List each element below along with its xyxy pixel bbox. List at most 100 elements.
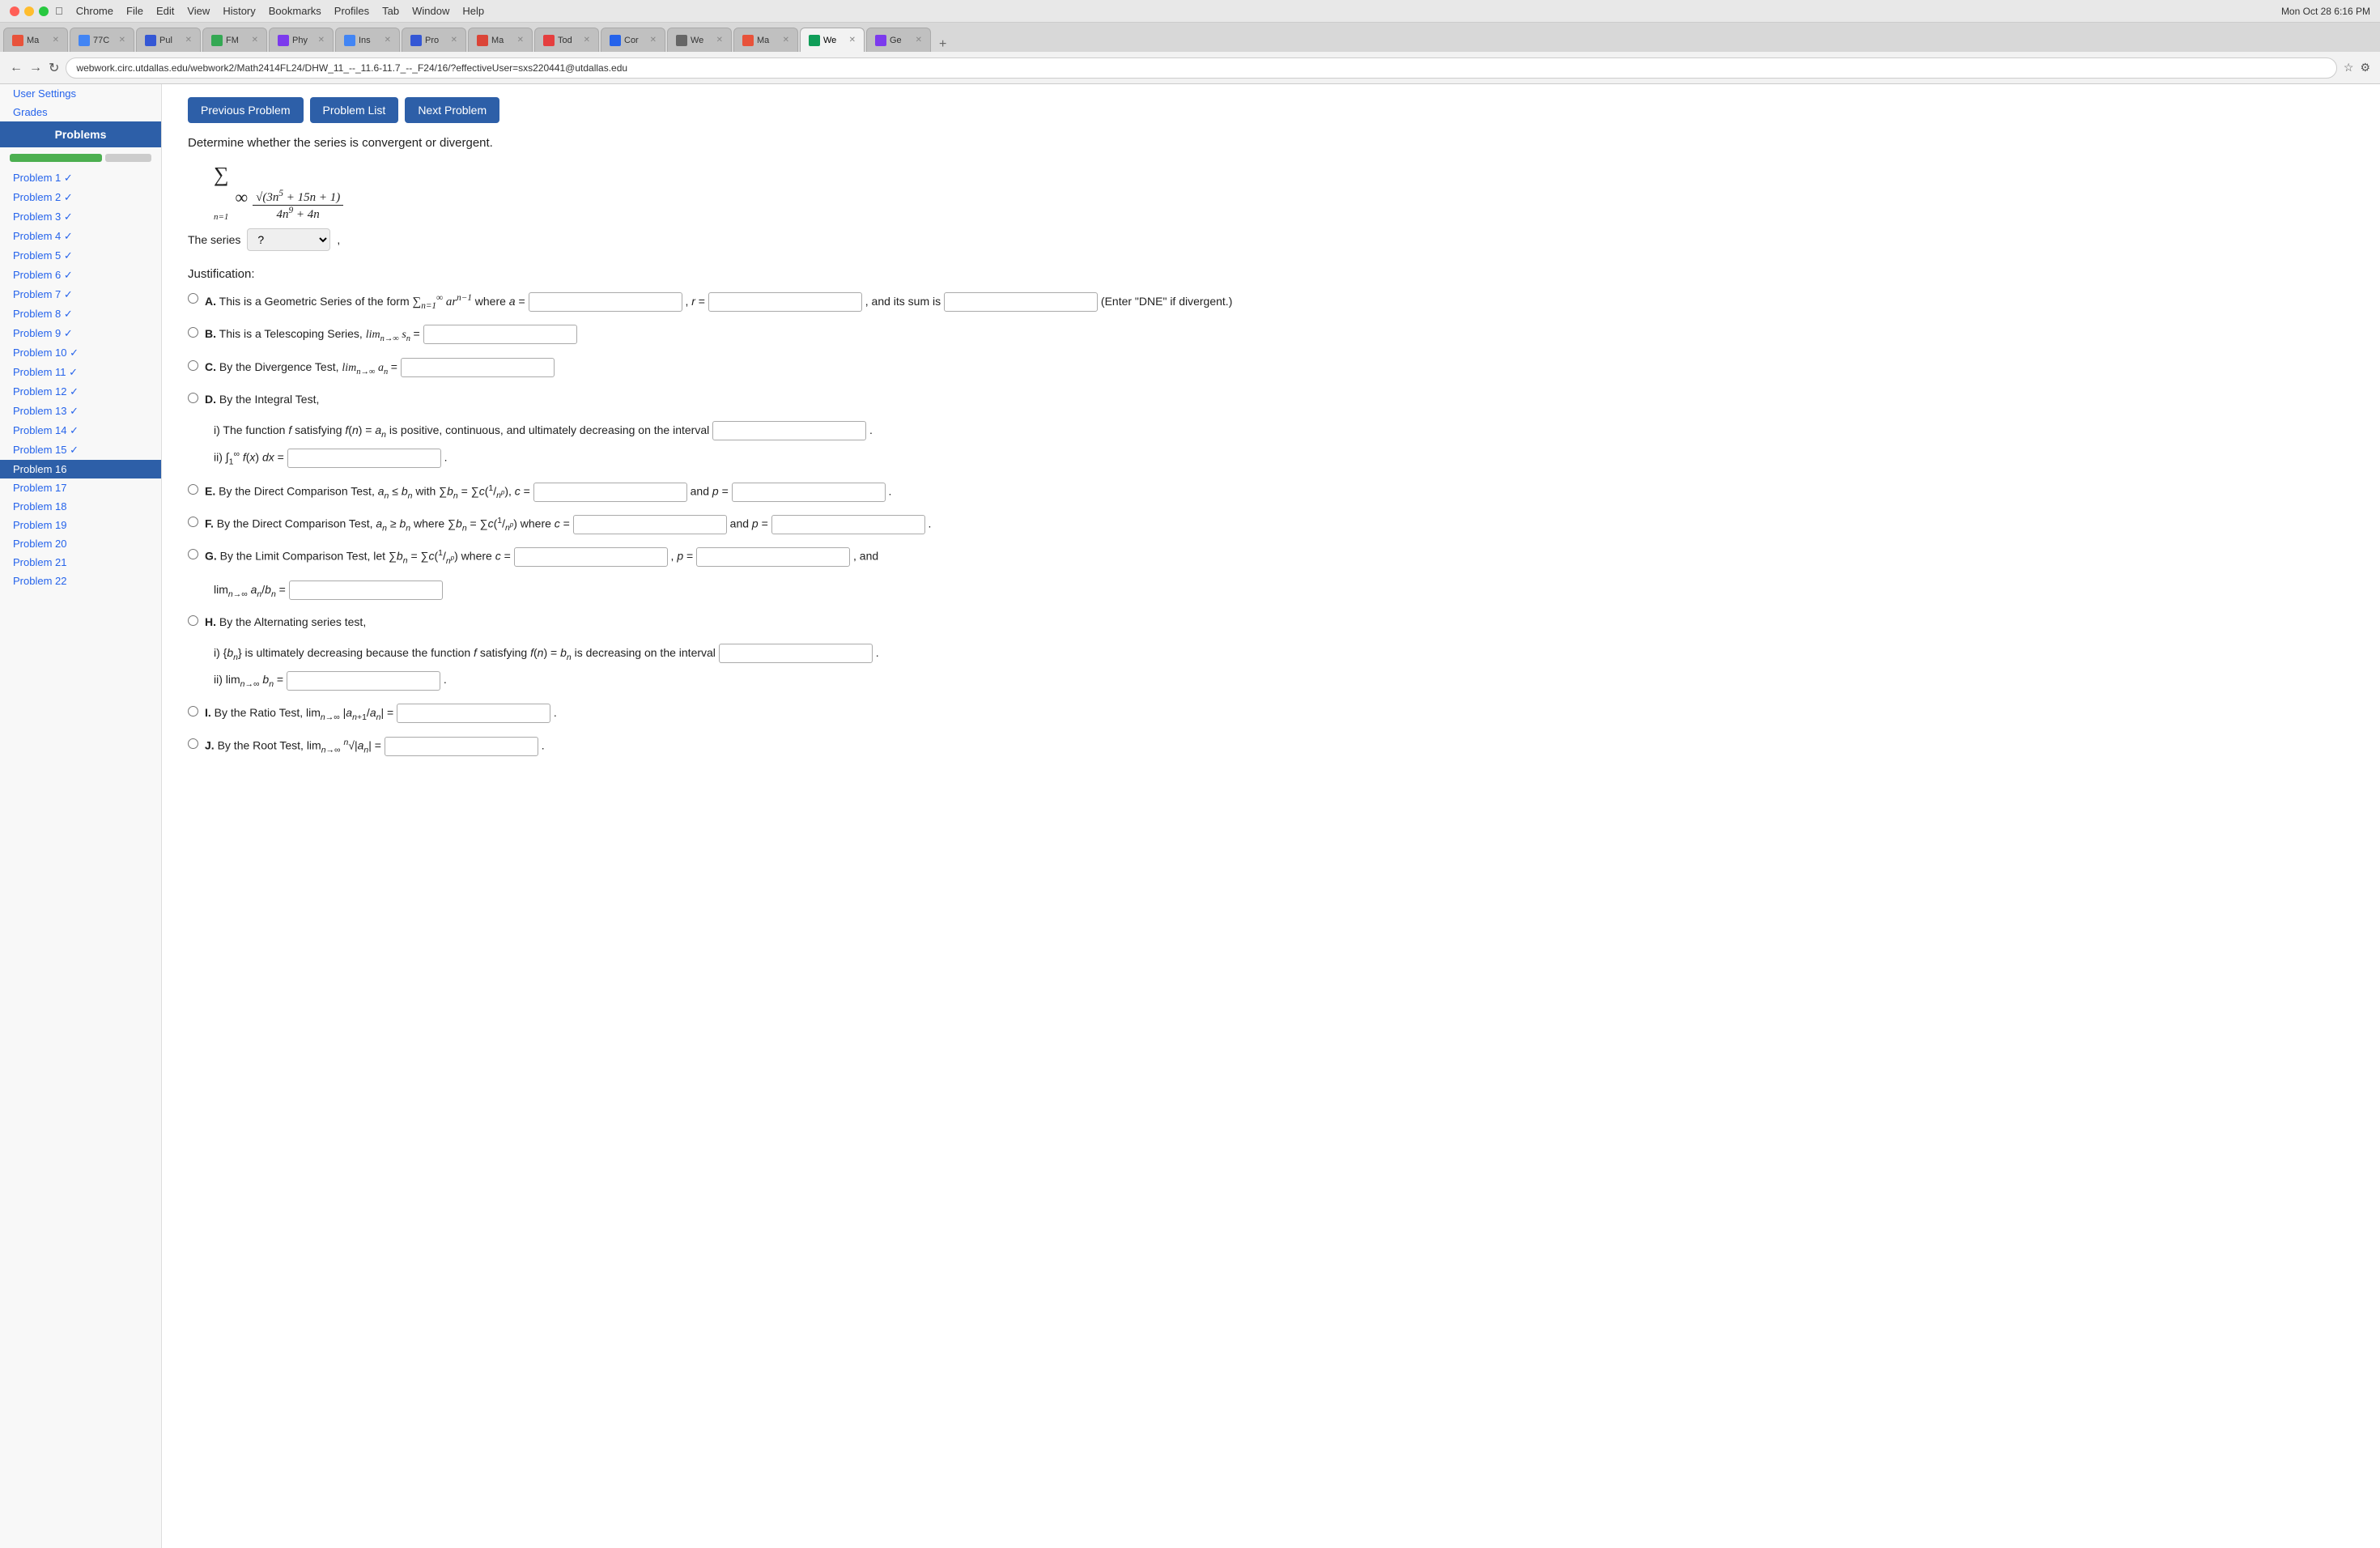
integral-interval-input[interactable] — [712, 421, 866, 440]
extensions-icon[interactable]: ⚙ — [2360, 61, 2370, 74]
tab-close-icon[interactable]: ✕ — [185, 36, 192, 45]
sidebar-item-problem-22[interactable]: Problem 22 — [0, 572, 161, 590]
option-h-radio[interactable] — [188, 615, 198, 626]
alt-limit-input[interactable] — [287, 671, 440, 691]
sidebar-item-problem-10[interactable]: Problem 10 ✓ — [0, 343, 161, 363]
sidebar-item-problem-9[interactable]: Problem 9 ✓ — [0, 324, 161, 343]
sidebar-item-problem-21[interactable]: Problem 21 — [0, 553, 161, 572]
sidebar-item-problem-11[interactable]: Problem 11 ✓ — [0, 363, 161, 382]
divergence-input[interactable] — [401, 358, 555, 377]
sidebar-item-problem-4[interactable]: Problem 4 ✓ — [0, 227, 161, 246]
sidebar-item-problem-2[interactable]: Problem 2 ✓ — [0, 188, 161, 207]
tab-close-icon[interactable]: ✕ — [517, 36, 524, 45]
menu-profiles[interactable]: Profiles — [334, 5, 369, 17]
tab-close-icon[interactable]: ✕ — [451, 36, 457, 45]
sidebar-item-problem-13[interactable]: Problem 13 ✓ — [0, 402, 161, 421]
option-e-radio[interactable] — [188, 484, 198, 495]
dct-leq-p-input[interactable] — [732, 483, 886, 502]
tab-close-icon[interactable]: ✕ — [783, 36, 789, 45]
dct-geq-p-input[interactable] — [771, 515, 925, 534]
sidebar-item-problem-14[interactable]: Problem 14 ✓ — [0, 421, 161, 440]
lct-p-input[interactable] — [696, 547, 850, 567]
tab-phy[interactable]: Phy ✕ — [269, 28, 334, 52]
menu-chrome[interactable]: Chrome — [76, 5, 113, 17]
tab-close-icon[interactable]: ✕ — [650, 36, 657, 45]
menu-history[interactable]: History — [223, 5, 255, 17]
address-input[interactable] — [66, 57, 2336, 79]
sidebar-item-problem-8[interactable]: Problem 8 ✓ — [0, 304, 161, 324]
forward-button[interactable]: → — [29, 61, 42, 75]
tab-ma3[interactable]: Ma ✕ — [733, 28, 798, 52]
sidebar-item-problem-1[interactable]: Problem 1 ✓ — [0, 168, 161, 188]
tab-ge[interactable]: Ge ✕ — [866, 28, 931, 52]
sidebar-user-settings[interactable]: User Settings — [0, 84, 161, 103]
option-d-radio[interactable] — [188, 393, 198, 403]
option-f-radio[interactable] — [188, 517, 198, 527]
sidebar-item-problem-6[interactable]: Problem 6 ✓ — [0, 266, 161, 285]
option-c-radio[interactable] — [188, 360, 198, 371]
back-button[interactable]: ← — [10, 61, 23, 75]
tab-pro[interactable]: Pro ✕ — [402, 28, 466, 52]
sidebar-item-problem-3[interactable]: Problem 3 ✓ — [0, 207, 161, 227]
new-tab-button[interactable]: + — [933, 37, 953, 52]
dct-leq-c-input[interactable] — [533, 483, 687, 502]
tab-we1[interactable]: We ✕ — [667, 28, 732, 52]
tab-pul[interactable]: Pul ✕ — [136, 28, 201, 52]
maximize-button[interactable] — [39, 6, 49, 16]
alt-interval-input[interactable] — [719, 644, 873, 663]
tab-close-icon[interactable]: ✕ — [584, 36, 590, 45]
tab-77c[interactable]: 77C ✕ — [70, 28, 134, 52]
option-a-radio[interactable] — [188, 293, 198, 304]
sidebar-item-problem-12[interactable]: Problem 12 ✓ — [0, 382, 161, 402]
menu-help[interactable]: Help — [462, 5, 484, 17]
dct-geq-c-input[interactable] — [573, 515, 727, 534]
menu-window[interactable]: Window — [412, 5, 449, 17]
minimize-button[interactable] — [24, 6, 34, 16]
sidebar-item-problem-15[interactable]: Problem 15 ✓ — [0, 440, 161, 460]
sidebar-grades[interactable]: Grades — [0, 103, 161, 121]
sidebar-item-problem-7[interactable]: Problem 7 ✓ — [0, 285, 161, 304]
telescoping-input[interactable] — [423, 325, 577, 344]
sidebar-item-problem-17[interactable]: Problem 17 — [0, 478, 161, 497]
tab-close-icon[interactable]: ✕ — [916, 36, 922, 45]
geometric-r-input[interactable] — [708, 292, 862, 312]
tab-close-icon[interactable]: ✕ — [849, 36, 856, 45]
previous-problem-button[interactable]: Previous Problem — [188, 97, 304, 123]
sidebar-item-problem-20[interactable]: Problem 20 — [0, 534, 161, 553]
menu-edit[interactable]: Edit — [156, 5, 174, 17]
option-b-radio[interactable] — [188, 327, 198, 338]
next-problem-button[interactable]: Next Problem — [405, 97, 499, 123]
menu-bookmarks[interactable]: Bookmarks — [269, 5, 321, 17]
lct-c-input[interactable] — [514, 547, 668, 567]
tab-close-icon[interactable]: ✕ — [385, 36, 391, 45]
tab-tod[interactable]: Tod ✕ — [534, 28, 599, 52]
tab-ma1[interactable]: Ma ✕ — [3, 28, 68, 52]
tab-close-icon[interactable]: ✕ — [716, 36, 723, 45]
geometric-a-input[interactable] — [529, 292, 682, 312]
root-test-input[interactable] — [385, 737, 538, 756]
sidebar-item-problem-16[interactable]: Problem 16 — [0, 460, 161, 478]
tab-fm[interactable]: FM ✕ — [202, 28, 267, 52]
tab-ins[interactable]: Ins ✕ — [335, 28, 400, 52]
menu-tab[interactable]: Tab — [382, 5, 399, 17]
tab-ma2[interactable]: Ma ✕ — [468, 28, 533, 52]
menu-file[interactable]: File — [126, 5, 143, 17]
close-button[interactable] — [10, 6, 19, 16]
tab-close-icon[interactable]: ✕ — [53, 36, 59, 45]
lct-limit-input[interactable] — [289, 580, 443, 600]
option-i-radio[interactable] — [188, 706, 198, 717]
ratio-test-input[interactable] — [397, 704, 550, 723]
tab-we2[interactable]: We ✕ — [800, 28, 865, 52]
series-convergence-select[interactable]: ? converges diverges — [247, 228, 330, 251]
reload-button[interactable]: ↻ — [49, 60, 59, 76]
problem-list-button[interactable]: Problem List — [310, 97, 399, 123]
tab-close-icon[interactable]: ✕ — [318, 36, 325, 45]
sidebar-item-problem-19[interactable]: Problem 19 — [0, 516, 161, 534]
sidebar-item-problem-18[interactable]: Problem 18 — [0, 497, 161, 516]
bookmark-icon[interactable]: ☆ — [2344, 61, 2354, 74]
option-j-radio[interactable] — [188, 738, 198, 749]
integral-value-input[interactable] — [287, 449, 441, 468]
sidebar-item-problem-5[interactable]: Problem 5 ✓ — [0, 246, 161, 266]
geometric-sum-input[interactable] — [944, 292, 1098, 312]
menu-view[interactable]: View — [187, 5, 210, 17]
